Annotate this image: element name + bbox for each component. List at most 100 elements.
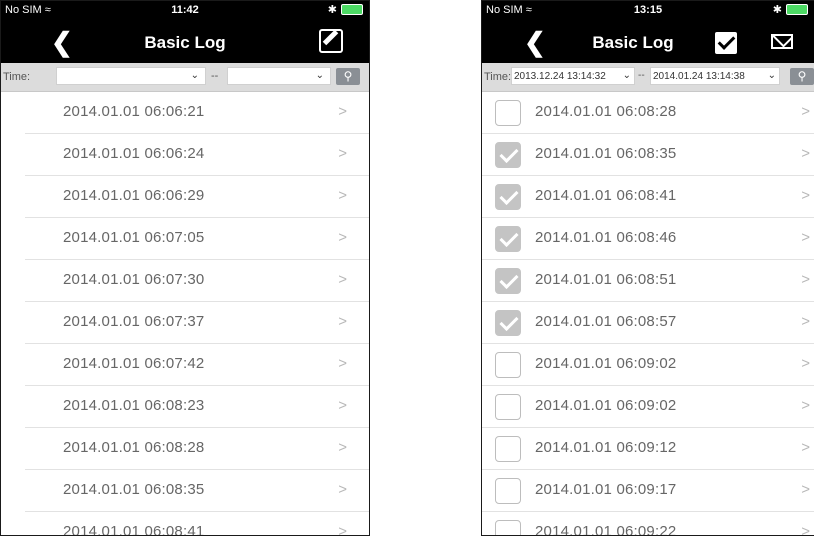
log-timestamp: 2014.01.01 06:08:46 xyxy=(535,229,677,246)
mail-icon[interactable] xyxy=(771,34,793,49)
list-item[interactable]: 2014.01.01 06:07:30 > xyxy=(25,260,369,302)
chevron-down-icon: ⌄ xyxy=(622,70,631,81)
chevron-right-icon: > xyxy=(801,271,810,288)
list-item[interactable]: 2014.01.01 06:08:23 > xyxy=(25,386,369,428)
list-item[interactable]: 2014.01.01 06:08:51 > xyxy=(482,260,814,302)
row-checkbox[interactable] xyxy=(495,520,521,535)
row-checkbox[interactable] xyxy=(495,436,521,462)
nav-bar: ❮ Basic Log xyxy=(1,21,369,63)
list-item[interactable]: 2014.01.01 06:09:02 > xyxy=(482,386,814,428)
status-bar: No SIM ≈ 13:15 ✱ xyxy=(482,1,814,21)
time-filter-bar: Time: 2013.12.24 13:14:32 ⌄ -- 2014.01.2… xyxy=(482,63,814,92)
row-checkbox[interactable] xyxy=(495,310,521,336)
row-checkbox[interactable] xyxy=(495,100,521,126)
log-timestamp: 2014.01.01 06:08:41 xyxy=(63,523,205,536)
list-item[interactable]: 2014.01.01 06:09:02 > xyxy=(482,344,814,386)
nav-bar: ❮ Basic Log xyxy=(482,21,814,63)
list-item[interactable]: 2014.01.01 06:08:28 > xyxy=(482,92,814,134)
chevron-right-icon: > xyxy=(338,145,347,162)
time-from-value: 2013.12.24 13:14:32 xyxy=(514,71,606,82)
row-checkbox[interactable] xyxy=(495,226,521,252)
row-checkbox[interactable] xyxy=(495,142,521,168)
chevron-down-icon: ⌄ xyxy=(190,70,199,81)
select-all-icon[interactable] xyxy=(715,32,737,54)
chevron-right-icon: > xyxy=(338,103,347,120)
log-list: 2014.01.01 06:06:21 > 2014.01.01 06:06:24… xyxy=(1,92,369,536)
list-item[interactable]: 2014.01.01 06:09:12 > xyxy=(482,428,814,470)
chevron-right-icon: > xyxy=(338,397,347,414)
status-bar: No SIM ≈ 11:42 ✱ xyxy=(1,1,369,21)
row-checkbox[interactable] xyxy=(495,184,521,210)
range-dash: -- xyxy=(211,70,219,82)
row-checkbox[interactable] xyxy=(495,394,521,420)
log-timestamp: 2014.01.01 06:07:42 xyxy=(63,355,205,372)
log-timestamp: 2014.01.01 06:08:35 xyxy=(63,481,205,498)
chevron-right-icon: > xyxy=(801,145,810,162)
bluetooth-icon: ✱ xyxy=(327,4,337,16)
chevron-right-icon: > xyxy=(338,439,347,456)
time-from-select[interactable]: 2013.12.24 13:14:32 ⌄ xyxy=(511,67,635,85)
battery-icon xyxy=(786,4,808,15)
list-item[interactable]: 2014.01.01 06:08:41 > xyxy=(25,512,369,536)
row-checkbox[interactable] xyxy=(495,352,521,378)
log-timestamp: 2014.01.01 06:07:37 xyxy=(63,313,205,330)
edit-icon[interactable] xyxy=(319,29,343,53)
search-icon[interactable]: ⚲ xyxy=(336,68,360,85)
log-timestamp: 2014.01.01 06:07:30 xyxy=(63,271,205,288)
list-item[interactable]: 2014.01.01 06:07:05 > xyxy=(25,218,369,260)
status-clock: 13:15 xyxy=(633,4,663,16)
log-timestamp: 2014.01.01 06:09:17 xyxy=(535,481,677,498)
chevron-right-icon: > xyxy=(338,229,347,246)
log-timestamp: 2014.01.01 06:09:02 xyxy=(535,355,677,372)
phone-screen-left: No SIM ≈ 11:42 ✱ ❮ Basic Log Time: ⌄ -- … xyxy=(0,0,370,536)
log-timestamp: 2014.01.01 06:08:35 xyxy=(535,145,677,162)
time-to-select[interactable]: 2014.01.24 13:14:38 ⌄ xyxy=(650,67,780,85)
list-item[interactable]: 2014.01.01 06:06:21 > xyxy=(25,92,369,134)
log-timestamp: 2014.01.01 06:08:28 xyxy=(535,103,677,120)
row-checkbox[interactable] xyxy=(495,268,521,294)
list-item[interactable]: 2014.01.01 06:08:57 > xyxy=(482,302,814,344)
search-icon[interactable]: ⚲ xyxy=(790,68,814,85)
list-item[interactable]: 2014.01.01 06:06:29 > xyxy=(25,176,369,218)
status-clock: 11:42 xyxy=(171,4,199,16)
chevron-right-icon: > xyxy=(338,523,347,536)
list-item[interactable]: 2014.01.01 06:08:35 > xyxy=(25,470,369,512)
time-to-select[interactable]: ⌄ xyxy=(227,67,331,85)
list-item[interactable]: 2014.01.01 06:09:17 > xyxy=(482,470,814,512)
list-item[interactable]: 2014.01.01 06:08:28 > xyxy=(25,428,369,470)
time-to-value: 2014.01.24 13:14:38 xyxy=(653,71,745,82)
list-item[interactable]: 2014.01.01 06:08:35 > xyxy=(482,134,814,176)
list-item[interactable]: 2014.01.01 06:07:37 > xyxy=(25,302,369,344)
log-timestamp: 2014.01.01 06:08:41 xyxy=(535,187,677,204)
list-item[interactable]: 2014.01.01 06:07:42 > xyxy=(25,344,369,386)
status-right: ✱ xyxy=(773,3,808,16)
chevron-right-icon: > xyxy=(801,229,810,246)
range-dash: -- xyxy=(638,70,645,81)
chevron-right-icon: > xyxy=(801,397,810,414)
log-timestamp: 2014.01.01 06:09:02 xyxy=(535,397,677,414)
log-timestamp: 2014.01.01 06:08:57 xyxy=(535,313,677,330)
list-item[interactable]: 2014.01.01 06:08:41 > xyxy=(482,176,814,218)
chevron-right-icon: > xyxy=(801,481,810,498)
log-timestamp: 2014.01.01 06:08:23 xyxy=(63,397,205,414)
time-from-select[interactable]: ⌄ xyxy=(56,67,206,85)
log-timestamp: 2014.01.01 06:08:51 xyxy=(535,271,677,288)
row-checkbox[interactable] xyxy=(495,478,521,504)
log-timestamp: 2014.01.01 06:07:05 xyxy=(63,229,205,246)
chevron-right-icon: > xyxy=(338,187,347,204)
chevron-right-icon: > xyxy=(338,481,347,498)
status-right: ✱ xyxy=(328,3,363,16)
log-timestamp: 2014.01.01 06:06:24 xyxy=(63,145,205,162)
chevron-down-icon: ⌄ xyxy=(767,70,776,81)
page-title: Basic Log xyxy=(144,33,226,52)
chevron-right-icon: > xyxy=(801,103,810,120)
time-filter-label: Time: xyxy=(3,71,31,83)
chevron-down-icon: ⌄ xyxy=(315,70,324,81)
log-timestamp: 2014.01.01 06:09:22 xyxy=(535,523,677,536)
list-item[interactable]: 2014.01.01 06:06:24 > xyxy=(25,134,369,176)
log-list: 2014.01.01 06:08:28 > 2014.01.01 06:08:35… xyxy=(482,92,814,536)
battery-icon xyxy=(341,4,363,15)
list-item[interactable]: 2014.01.01 06:09:22 > xyxy=(482,512,814,536)
list-item[interactable]: 2014.01.01 06:08:46 > xyxy=(482,218,814,260)
chevron-right-icon: > xyxy=(801,355,810,372)
